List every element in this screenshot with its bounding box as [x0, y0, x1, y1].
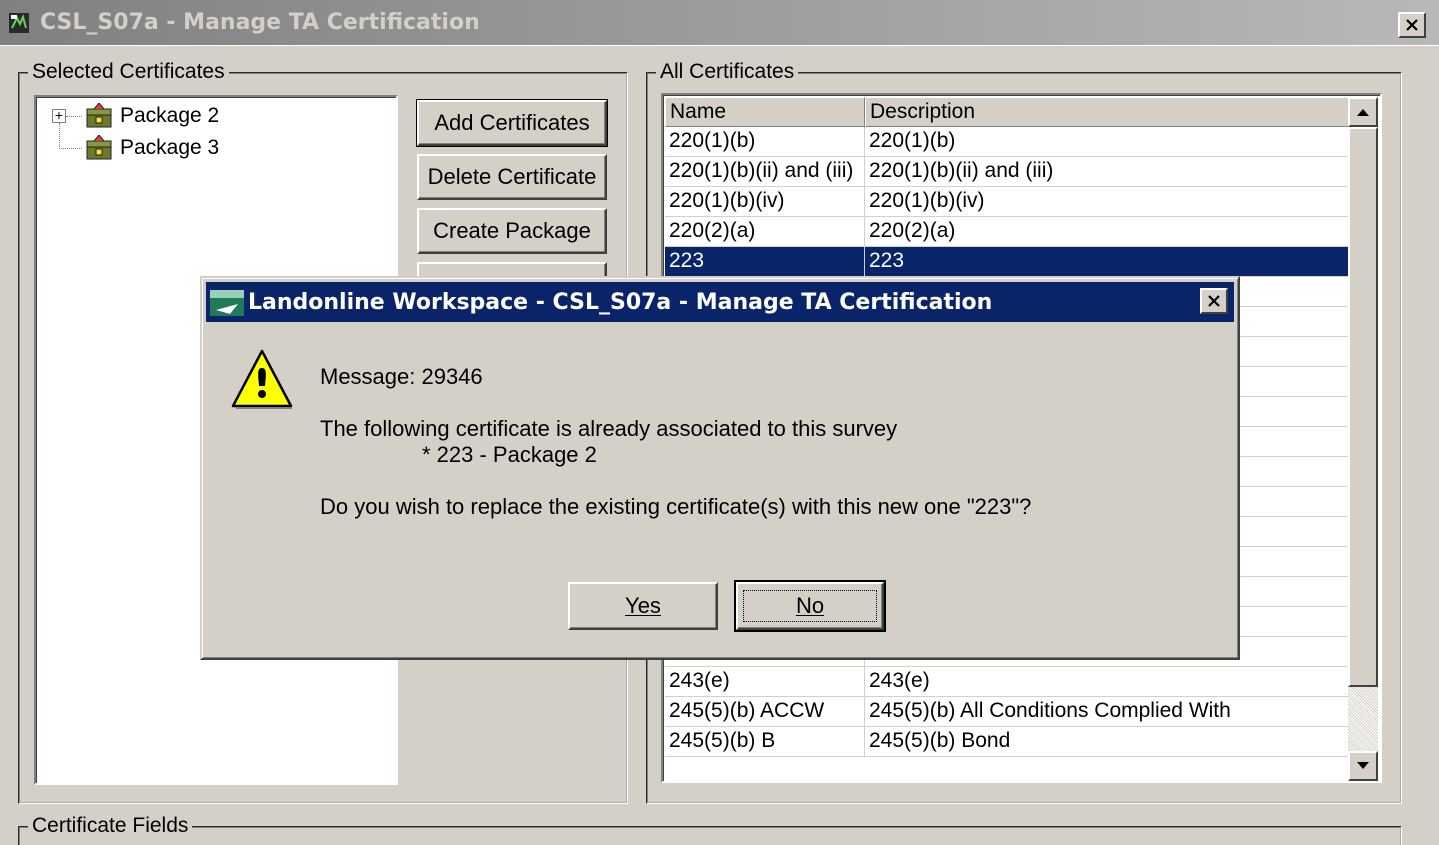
- table-row-selected[interactable]: 223 223: [665, 247, 1351, 277]
- cell-description: 223: [865, 247, 1351, 277]
- window-close-button[interactable]: [1398, 12, 1426, 38]
- cell-description: 243(e): [865, 667, 1351, 697]
- cell-name: 223: [665, 247, 865, 277]
- table-row[interactable]: 220(1)(b)(ii) and (iii) 220(1)(b)(ii) an…: [665, 157, 1351, 187]
- window-titlebar[interactable]: CSL_S07a - Manage TA Certification: [0, 0, 1439, 46]
- table-row[interactable]: 220(1)(b) 220(1)(b): [665, 127, 1351, 157]
- cell-name: 220(1)(b)(ii) and (iii): [665, 157, 865, 187]
- window-title: CSL_S07a - Manage TA Certification: [40, 10, 480, 35]
- cell-name: 220(2)(a): [665, 217, 865, 247]
- dialog-close-button[interactable]: [1200, 288, 1228, 314]
- table-row[interactable]: 245(5)(b) ACCW 245(5)(b) All Conditions …: [665, 697, 1351, 727]
- package-icon: [86, 103, 112, 128]
- tree-item-label: Package 2: [120, 104, 220, 127]
- dialog-titlebar[interactable]: Landonline Workspace - CSL_S07a - Manage…: [206, 282, 1234, 322]
- expand-icon[interactable]: +: [52, 108, 66, 123]
- warning-icon: [231, 349, 293, 409]
- message-id: Message: 29346: [320, 364, 483, 389]
- cell-name: 220(1)(b): [665, 127, 865, 157]
- close-icon: [1208, 295, 1220, 307]
- message-question: Do you wish to replace the existing cert…: [320, 494, 1032, 519]
- add-certificates-button[interactable]: Add Certificates: [416, 99, 608, 147]
- dialog-title: Landonline Workspace - CSL_S07a - Manage…: [248, 290, 993, 315]
- cell-description: 220(1)(b): [865, 127, 1351, 157]
- cell-name: 245(5)(b) ACCW: [665, 697, 865, 727]
- delete-certificate-button[interactable]: Delete Certificate: [417, 154, 607, 200]
- tree-item-package-2[interactable]: Package 2: [84, 101, 219, 131]
- column-header-name[interactable]: Name: [665, 97, 865, 127]
- table-row[interactable]: 245(5)(b) B 245(5)(b) Bond: [665, 727, 1351, 757]
- table-row[interactable]: 243(e) 243(e): [665, 667, 1351, 697]
- certificate-fields-group: [18, 826, 1402, 845]
- app-icon: [9, 13, 29, 33]
- cell-name: 220(1)(b)(iv): [665, 187, 865, 217]
- cell-name: 245(5)(b) B: [665, 727, 865, 757]
- cell-description: 220(2)(a): [865, 217, 1351, 247]
- tree-item-label: Package 3: [120, 136, 220, 159]
- all-certificates-label: All Certificates: [656, 60, 799, 84]
- no-label: No: [742, 590, 878, 622]
- table-row[interactable]: 220(1)(b)(iv) 220(1)(b)(iv): [665, 187, 1351, 217]
- close-icon: [1406, 19, 1418, 31]
- selected-certificates-label: Selected Certificates: [28, 60, 229, 84]
- arrow-down-icon: [1357, 762, 1369, 769]
- list-header: Name Description: [665, 97, 1351, 127]
- scroll-up-button[interactable]: [1348, 97, 1378, 127]
- certificate-fields-label: Certificate Fields: [28, 814, 193, 838]
- create-package-button[interactable]: Create Package: [417, 208, 607, 254]
- yes-button[interactable]: Yes: [568, 582, 718, 630]
- scroll-down-button[interactable]: [1348, 751, 1378, 781]
- message-line-1: The following certificate is already ass…: [320, 416, 898, 441]
- cell-description: 245(5)(b) Bond: [865, 727, 1351, 757]
- arrow-up-icon: [1357, 109, 1369, 116]
- cell-name: 243(e): [665, 667, 865, 697]
- landonline-icon: [210, 290, 244, 316]
- cell-description: 220(1)(b)(iv): [865, 187, 1351, 217]
- cell-description: 245(5)(b) All Conditions Complied With: [865, 697, 1351, 727]
- scroll-thumb[interactable]: [1348, 127, 1378, 687]
- package-icon: [86, 135, 112, 160]
- list-scrollbar[interactable]: [1348, 97, 1378, 781]
- column-header-description[interactable]: Description: [865, 97, 1351, 127]
- cell-description: 220(1)(b)(ii) and (iii): [865, 157, 1351, 187]
- no-button[interactable]: No: [734, 580, 886, 632]
- tree-item-package-3[interactable]: Package 3: [84, 133, 219, 163]
- yes-label: Yes: [625, 593, 661, 618]
- table-row[interactable]: 220(2)(a) 220(2)(a): [665, 217, 1351, 247]
- confirm-dialog[interactable]: Landonline Workspace - CSL_S07a - Manage…: [200, 276, 1240, 660]
- message-line-2: * 223 - Package 2: [422, 442, 597, 467]
